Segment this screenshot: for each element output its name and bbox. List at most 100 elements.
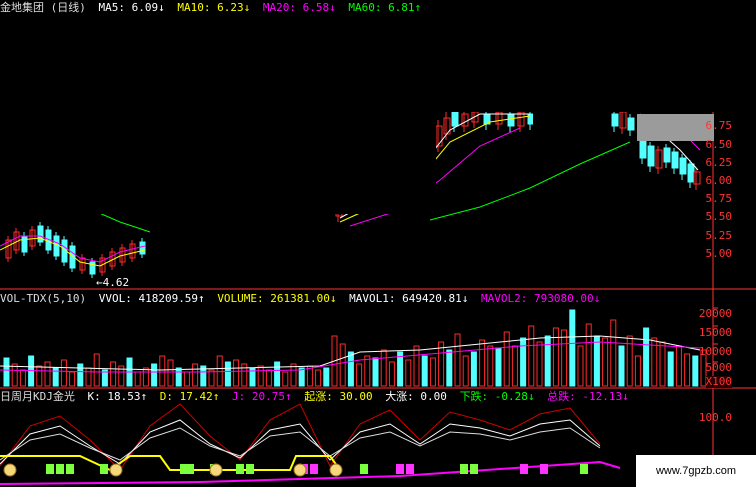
volume-bar	[175, 367, 182, 387]
volume-bar	[282, 371, 289, 387]
volume-bar	[110, 361, 117, 387]
volume-bar	[265, 369, 272, 387]
signal-block	[100, 464, 108, 474]
signal-block	[46, 464, 54, 474]
candle	[435, 125, 443, 147]
volume-bar	[462, 355, 469, 387]
volume-bar	[577, 345, 584, 387]
candle	[21, 235, 28, 253]
signal-block	[186, 464, 194, 474]
volume-bar	[438, 341, 445, 387]
ma60-value: MA60: 6.81↑	[348, 1, 422, 14]
volume-bar	[479, 339, 486, 387]
volume-bar	[192, 363, 199, 387]
volume-bar	[183, 371, 190, 387]
signal-block	[580, 464, 588, 474]
volume-bar	[208, 369, 215, 387]
smiley-face	[329, 463, 343, 477]
candle	[671, 151, 679, 169]
volume-bar	[60, 359, 67, 387]
qizhang-value: 起涨: 30.00	[304, 390, 373, 403]
price-label: 5.00	[705, 247, 733, 260]
d-value: D: 17.42↑	[159, 390, 220, 403]
candle	[627, 117, 635, 131]
volume-bar	[618, 345, 625, 387]
ma20-value: MA20: 6.58↓	[262, 1, 336, 14]
signal-block	[246, 464, 254, 474]
overlay-mask-top-right	[436, 14, 756, 112]
volume-bar	[536, 341, 543, 387]
volume-bar	[528, 325, 535, 387]
kdj-k-line	[0, 419, 601, 465]
volume-bar	[69, 371, 76, 387]
signal-block	[520, 464, 528, 474]
volume-bar	[388, 361, 395, 387]
overlay-mask-left	[0, 14, 436, 214]
volume-bar	[274, 361, 281, 387]
signal-block	[56, 464, 64, 474]
volume-bar	[692, 355, 699, 387]
mavol1-value: MAVOL1: 649420.81↓	[349, 292, 469, 305]
candle	[693, 171, 701, 185]
volume-bar	[3, 357, 10, 387]
candle	[451, 111, 459, 127]
signal-block	[406, 464, 414, 474]
k-value: K: 18.53↑	[87, 390, 148, 403]
volume-bar	[520, 337, 527, 387]
volume-bar	[569, 309, 576, 387]
volume-bar	[298, 367, 305, 387]
volume-bar	[495, 347, 502, 387]
volume-bar	[347, 351, 354, 387]
volume-bar	[602, 337, 609, 387]
volume-bar	[36, 365, 43, 387]
volume-bar	[421, 355, 428, 387]
price-label: 5.50	[705, 210, 733, 223]
main-header: 金地集团 (日线) MA5: 6.09↓ MA10: 6.23↓ MA20: 6…	[0, 1, 427, 15]
price-label: 6.00	[705, 174, 733, 187]
price-label: 5.25	[705, 229, 733, 242]
signal-block	[360, 464, 368, 474]
signal-block	[396, 464, 404, 474]
smiley-face	[109, 463, 123, 477]
volume-bar	[134, 371, 141, 387]
volume-bar	[339, 343, 346, 387]
zongshi-value: 总跌: -12.13↓	[547, 390, 629, 403]
stock-title: 金地集团 (日线)	[0, 1, 86, 14]
volume-bar	[470, 351, 477, 387]
volume-bar	[11, 363, 18, 387]
volume-bar	[224, 361, 231, 387]
volume-bar	[511, 345, 518, 387]
signal-block	[460, 464, 468, 474]
price-label: 6.75	[705, 119, 733, 132]
volume-bar	[380, 349, 387, 387]
volume-bar	[413, 345, 420, 387]
volume-bar	[323, 367, 330, 387]
price-label: 6.25	[705, 156, 733, 169]
volume-bar	[585, 323, 592, 387]
ma60-line	[429, 141, 631, 221]
overlay-mask-gap	[533, 112, 608, 130]
volume-bar	[405, 359, 412, 387]
volume-bar	[610, 319, 617, 387]
kdj-label: 100.0	[698, 411, 732, 424]
chart-window[interactable]: 金地集团 (日线) MA5: 6.09↓ MA10: 6.23↓ MA20: 6…	[0, 0, 756, 487]
volume-bar	[167, 359, 174, 387]
volume-header: VOL-TDX(5,10) VVOL: 418209.59↑ VOLUME: 2…	[0, 292, 606, 306]
volume-bar	[552, 327, 559, 387]
smiley-face	[209, 463, 223, 477]
j-value: J: 20.75↑	[231, 390, 292, 403]
volume-bar	[19, 369, 26, 387]
volume-bar	[216, 355, 223, 387]
overlay-mask-mid	[150, 214, 325, 288]
volume-bar	[503, 331, 510, 387]
volume-bar	[667, 351, 674, 387]
grey-overlay-box	[637, 114, 714, 141]
volume-bar	[159, 355, 166, 387]
vvol-value: VVOL: 418209.59↑	[98, 292, 205, 305]
smiley-face	[3, 463, 17, 477]
volume-bar	[454, 333, 461, 387]
volume-value: VOLUME: 261381.00↓	[217, 292, 337, 305]
volume-label: 5000	[705, 361, 733, 374]
candle	[647, 145, 655, 167]
volume-unit-label: X100	[705, 375, 732, 388]
